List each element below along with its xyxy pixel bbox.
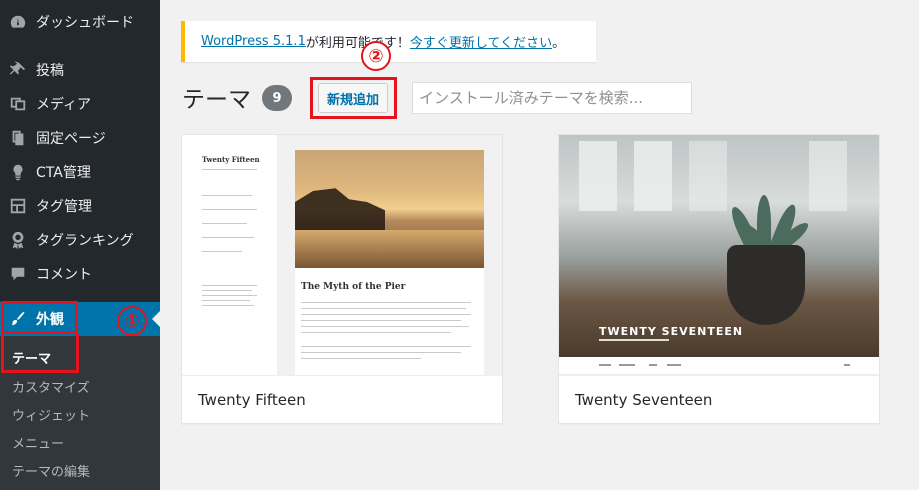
- page-title: テーマ: [182, 87, 251, 113]
- submenu-theme-editor[interactable]: テーマの編集: [12, 461, 90, 480]
- wordpress-version-link[interactable]: WordPress 5.1.1: [201, 34, 306, 49]
- menu-media[interactable]: メディア: [0, 87, 160, 121]
- theme-screenshot: TWENTY SEVENTEEN: [559, 135, 879, 375]
- layout-icon: [9, 197, 27, 215]
- theme-search-input[interactable]: [412, 82, 692, 114]
- submenu-customize[interactable]: カスタマイズ: [12, 377, 90, 396]
- lightbulb-icon: [9, 163, 27, 181]
- plant-photo: TWENTY SEVENTEEN: [559, 135, 879, 357]
- plant-pot: [727, 245, 805, 325]
- preview-main: The Myth of the Pier: [295, 150, 484, 375]
- annotation-step-2: ②: [361, 41, 391, 71]
- theme-card-twenty-seventeen[interactable]: TWENTY SEVENTEEN Twenty Seventeen: [558, 134, 880, 424]
- pin-icon: [9, 61, 27, 79]
- menu-dashboard[interactable]: ダッシュボード: [0, 5, 160, 39]
- admin-sidebar: ダッシュボード 投稿 メディア 固定ページ CTA管理 タグ管理 タグランキング…: [0, 0, 160, 490]
- award-icon: [9, 231, 27, 249]
- update-now-link[interactable]: 今すぐ更新してください: [410, 32, 552, 51]
- menu-label: タグランキング: [36, 233, 134, 249]
- dashboard-icon: [9, 13, 27, 31]
- preview-site-title: Twenty Fifteen: [202, 155, 260, 164]
- menu-label: タグ管理: [36, 199, 92, 215]
- theme-name[interactable]: Twenty Seventeen: [559, 375, 879, 423]
- annotation-step-1: ①: [117, 306, 147, 336]
- menu-label: メディア: [36, 97, 92, 113]
- notice-text: が利用可能です！: [305, 36, 410, 51]
- theme-name[interactable]: Twenty Fifteen: [182, 375, 502, 423]
- annotation-box-themes: [1, 334, 79, 373]
- menu-label: CTA管理: [36, 165, 91, 181]
- pages-icon: [9, 129, 27, 147]
- menu-tag-manage[interactable]: タグ管理: [0, 189, 160, 223]
- pier-photo: [295, 150, 484, 268]
- theme-screenshot: Twenty Fifteen The Myth of the Pier: [182, 135, 502, 375]
- menu-posts[interactable]: 投稿: [0, 53, 160, 87]
- theme-card-twenty-fifteen[interactable]: Twenty Fifteen The Myth of the Pier Twen…: [181, 134, 503, 424]
- menu-label: コメント: [36, 267, 92, 283]
- preview-post-title: The Myth of the Pier: [301, 282, 406, 292]
- media-icon: [9, 95, 27, 113]
- comment-icon: [9, 265, 27, 283]
- menu-pages[interactable]: 固定ページ: [0, 121, 160, 155]
- menu-tag-ranking[interactable]: タグランキング: [0, 223, 160, 257]
- submenu-menus[interactable]: メニュー: [12, 433, 64, 452]
- menu-label: ダッシュボード: [36, 15, 134, 31]
- preview-sidebar: Twenty Fifteen: [182, 135, 277, 375]
- notice-end: 。: [552, 36, 566, 51]
- menu-comments[interactable]: コメント: [0, 257, 160, 291]
- theme-count-badge: 9: [262, 85, 292, 111]
- annotation-box-appearance: [1, 301, 78, 334]
- active-indicator: [152, 311, 160, 327]
- preview-site-title: TWENTY SEVENTEEN: [599, 325, 744, 338]
- annotation-box-add-new: [310, 77, 397, 119]
- submenu-widgets[interactable]: ウィジェット: [12, 405, 90, 424]
- preview-nav: [559, 357, 879, 375]
- menu-label: 固定ページ: [36, 131, 106, 147]
- menu-cta[interactable]: CTA管理: [0, 155, 160, 189]
- menu-label: 投稿: [36, 63, 64, 79]
